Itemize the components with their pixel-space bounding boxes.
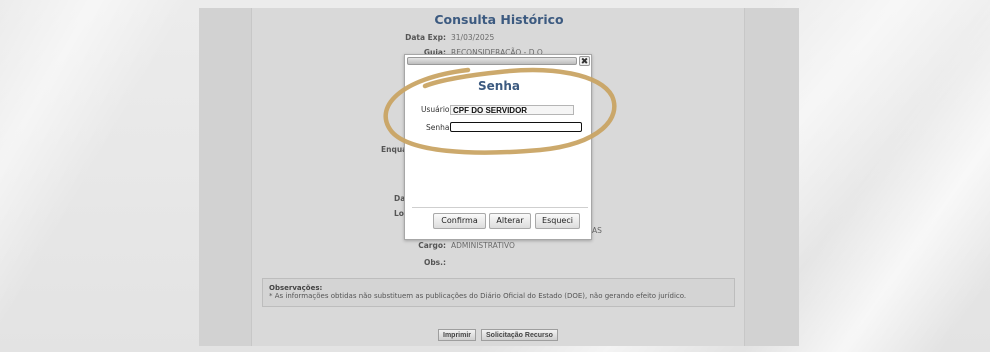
field-value: 31/03/2025: [451, 33, 495, 42]
field-row-cargo: Cargo: ADMINISTRATIVO: [394, 241, 515, 250]
observations-text: * As informações obtidas não substituem …: [269, 292, 687, 300]
partial-value: AS: [592, 226, 602, 235]
field-value: ADMINISTRATIVO: [451, 241, 515, 250]
appeal-button[interactable]: Solicitação Recurso: [481, 329, 558, 341]
dialog-title: Senha: [478, 79, 520, 93]
field-label: Cargo:: [418, 241, 446, 250]
partial-label-local: Lo: [394, 209, 404, 218]
password-label: Senha: [426, 123, 450, 132]
field-row-obs: Obs.:: [394, 258, 451, 267]
observations-box: Observações: * As informações obtidas nã…: [262, 278, 735, 307]
field-label: Data Exp:: [405, 33, 446, 42]
field-row-data-exp: Data Exp: 31/03/2025: [394, 33, 494, 42]
password-field[interactable]: [450, 122, 582, 132]
password-dialog: ✖ Senha Usuário Senha Confirma Alterar E…: [404, 54, 592, 240]
page-title: Consulta Histórico: [434, 12, 564, 27]
field-label: Obs.:: [423, 258, 446, 267]
dialog-divider: [412, 207, 588, 208]
forgot-button[interactable]: Esqueci: [535, 213, 580, 229]
close-icon[interactable]: ✖: [579, 56, 590, 67]
print-button[interactable]: Imprimir: [438, 329, 477, 341]
user-label: Usuário: [421, 105, 450, 114]
user-field[interactable]: [450, 105, 574, 115]
change-button[interactable]: Alterar: [489, 213, 531, 229]
observations-title: Observações:: [269, 284, 323, 292]
confirm-button[interactable]: Confirma: [433, 213, 486, 229]
dialog-titlebar[interactable]: [407, 57, 577, 65]
